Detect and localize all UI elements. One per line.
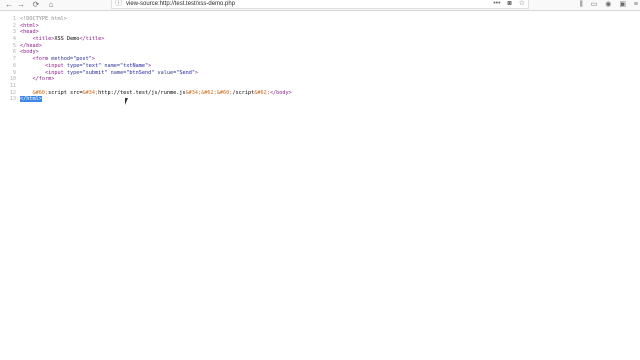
source-line[interactable]: 8 <input type="text" name="txtName"> <box>0 63 640 70</box>
source-view[interactable]: 1 <!DOCTYPE html> 2 <html> 3 <head> 4 <titl… <box>0 16 640 103</box>
attr-name: name= <box>101 62 120 69</box>
source-line[interactable]: 10 </form> <box>0 76 640 83</box>
toolbar-tools: ⫼ ▭ ◉ ▣ ≡ <box>574 0 639 10</box>
source-line[interactable]: 7 <form method="post"> <box>0 56 640 63</box>
input-tag: <input <box>45 69 64 76</box>
body-open-tag: <body> <box>20 49 39 56</box>
source-line[interactable]: 3 <head> <box>0 29 640 36</box>
browser-toolbar: ← → ⟳ ⌂ ⓘ view-source:http://test.test/x… <box>0 0 640 11</box>
address-bar[interactable]: ⓘ view-source:http://test.test/xss-demo.… <box>111 0 529 9</box>
account-icon[interactable]: ◉ <box>605 1 611 8</box>
source-line[interactable]: 5 </head> <box>0 43 640 50</box>
source-line[interactable]: 13 </html> <box>0 96 640 103</box>
line-number: 3 <box>12 29 16 36</box>
source-line[interactable]: 4 <title>XSS Demo</title> <box>0 36 640 43</box>
line-number: 8 <box>12 62 16 69</box>
html-open-tag: <html> <box>20 22 39 29</box>
body-close-tag: </body> <box>269 89 292 96</box>
entity: &#34; <box>185 89 202 96</box>
page-info-icon[interactable]: ⓘ <box>115 0 122 8</box>
text: /script <box>232 89 255 96</box>
entity: &#62; <box>254 89 270 96</box>
attr-value: "Send" <box>176 69 195 76</box>
tag-end: > <box>148 62 152 69</box>
url-text[interactable]: view-source:http://test.test/xss-demo.ph… <box>126 0 235 8</box>
pocket-icon[interactable]: ◙ <box>508 0 512 7</box>
extension-icon[interactable]: ▣ <box>619 1 626 8</box>
more-actions-icon[interactable]: ••• <box>493 0 500 7</box>
attr-value: "text" <box>82 62 102 69</box>
attr-value: "txtName" <box>120 62 149 69</box>
home-icon[interactable]: ⌂ <box>45 0 57 10</box>
line-number: 4 <box>12 36 16 43</box>
line-number: 2 <box>12 22 16 29</box>
line-number: 5 <box>12 42 16 49</box>
line-number: 12 <box>9 89 16 96</box>
entity: &#60; <box>216 89 233 96</box>
doctype: <!DOCTYPE html> <box>20 16 67 22</box>
line-number: 6 <box>12 49 16 56</box>
menu-icon[interactable]: ≡ <box>634 1 638 8</box>
source-line[interactable]: 2 <html> <box>0 23 640 30</box>
attr-value: "submit" <box>82 69 108 76</box>
attr-name: type= <box>63 62 83 69</box>
bookmark-star-icon[interactable]: ☆ <box>519 0 525 7</box>
source-line[interactable]: 6 <body> <box>0 49 640 56</box>
attr-value: "post" <box>73 56 92 63</box>
back-arrow-icon[interactable]: ← <box>3 0 15 10</box>
form-tag: <form <box>32 56 49 63</box>
line-number: 1 <box>12 16 16 22</box>
line-number: 10 <box>9 76 16 83</box>
head-close-tag: </head> <box>20 42 42 49</box>
tag-end: > <box>194 69 199 76</box>
entity: &#34; <box>82 89 99 96</box>
attr-name: type= <box>63 69 83 76</box>
text: script src= <box>48 89 83 96</box>
entity: &#62; <box>201 89 217 96</box>
head-open-tag: <head> <box>20 29 39 36</box>
source-line[interactable]: 1 <!DOCTYPE html> <box>0 16 640 23</box>
html-close-tag-selected[interactable]: </html> <box>20 96 42 103</box>
reload-icon[interactable]: ⟳ <box>30 0 42 10</box>
forward-arrow-icon[interactable]: → <box>15 0 27 10</box>
script-url-text: http://test.test/js/runme.js <box>98 89 186 96</box>
attr-name: method= <box>48 56 74 63</box>
line-number: 7 <box>12 56 16 63</box>
library-icon[interactable]: ⫼ <box>580 1 583 8</box>
source-line[interactable]: 9 <input type="submit" name="btnSend" va… <box>0 70 640 77</box>
attr-value: "btnSend" <box>126 69 155 76</box>
input-tag: <input <box>45 62 64 69</box>
page-actions: ••• ◙ ☆ <box>488 0 525 8</box>
line-number: 9 <box>12 69 16 76</box>
mouse-cursor-icon <box>125 98 131 105</box>
entity: &#60; <box>32 89 49 96</box>
source-line[interactable]: 11 <box>0 83 640 90</box>
attr-name: name= <box>107 69 127 76</box>
tag-end: > <box>91 56 95 63</box>
line-number: 13 <box>9 96 16 103</box>
line-number: 11 <box>9 82 16 89</box>
title-open-tag: <title> <box>32 36 55 43</box>
form-close-tag: </form> <box>32 76 55 83</box>
source-line[interactable]: 12 &#60;script src=&#34;http://test.test… <box>0 90 640 97</box>
sidebar-icon[interactable]: ▭ <box>591 1 598 8</box>
title-text: XSS Demo <box>54 36 80 43</box>
title-close-tag: </title> <box>79 36 105 43</box>
attr-name: value= <box>154 69 177 76</box>
